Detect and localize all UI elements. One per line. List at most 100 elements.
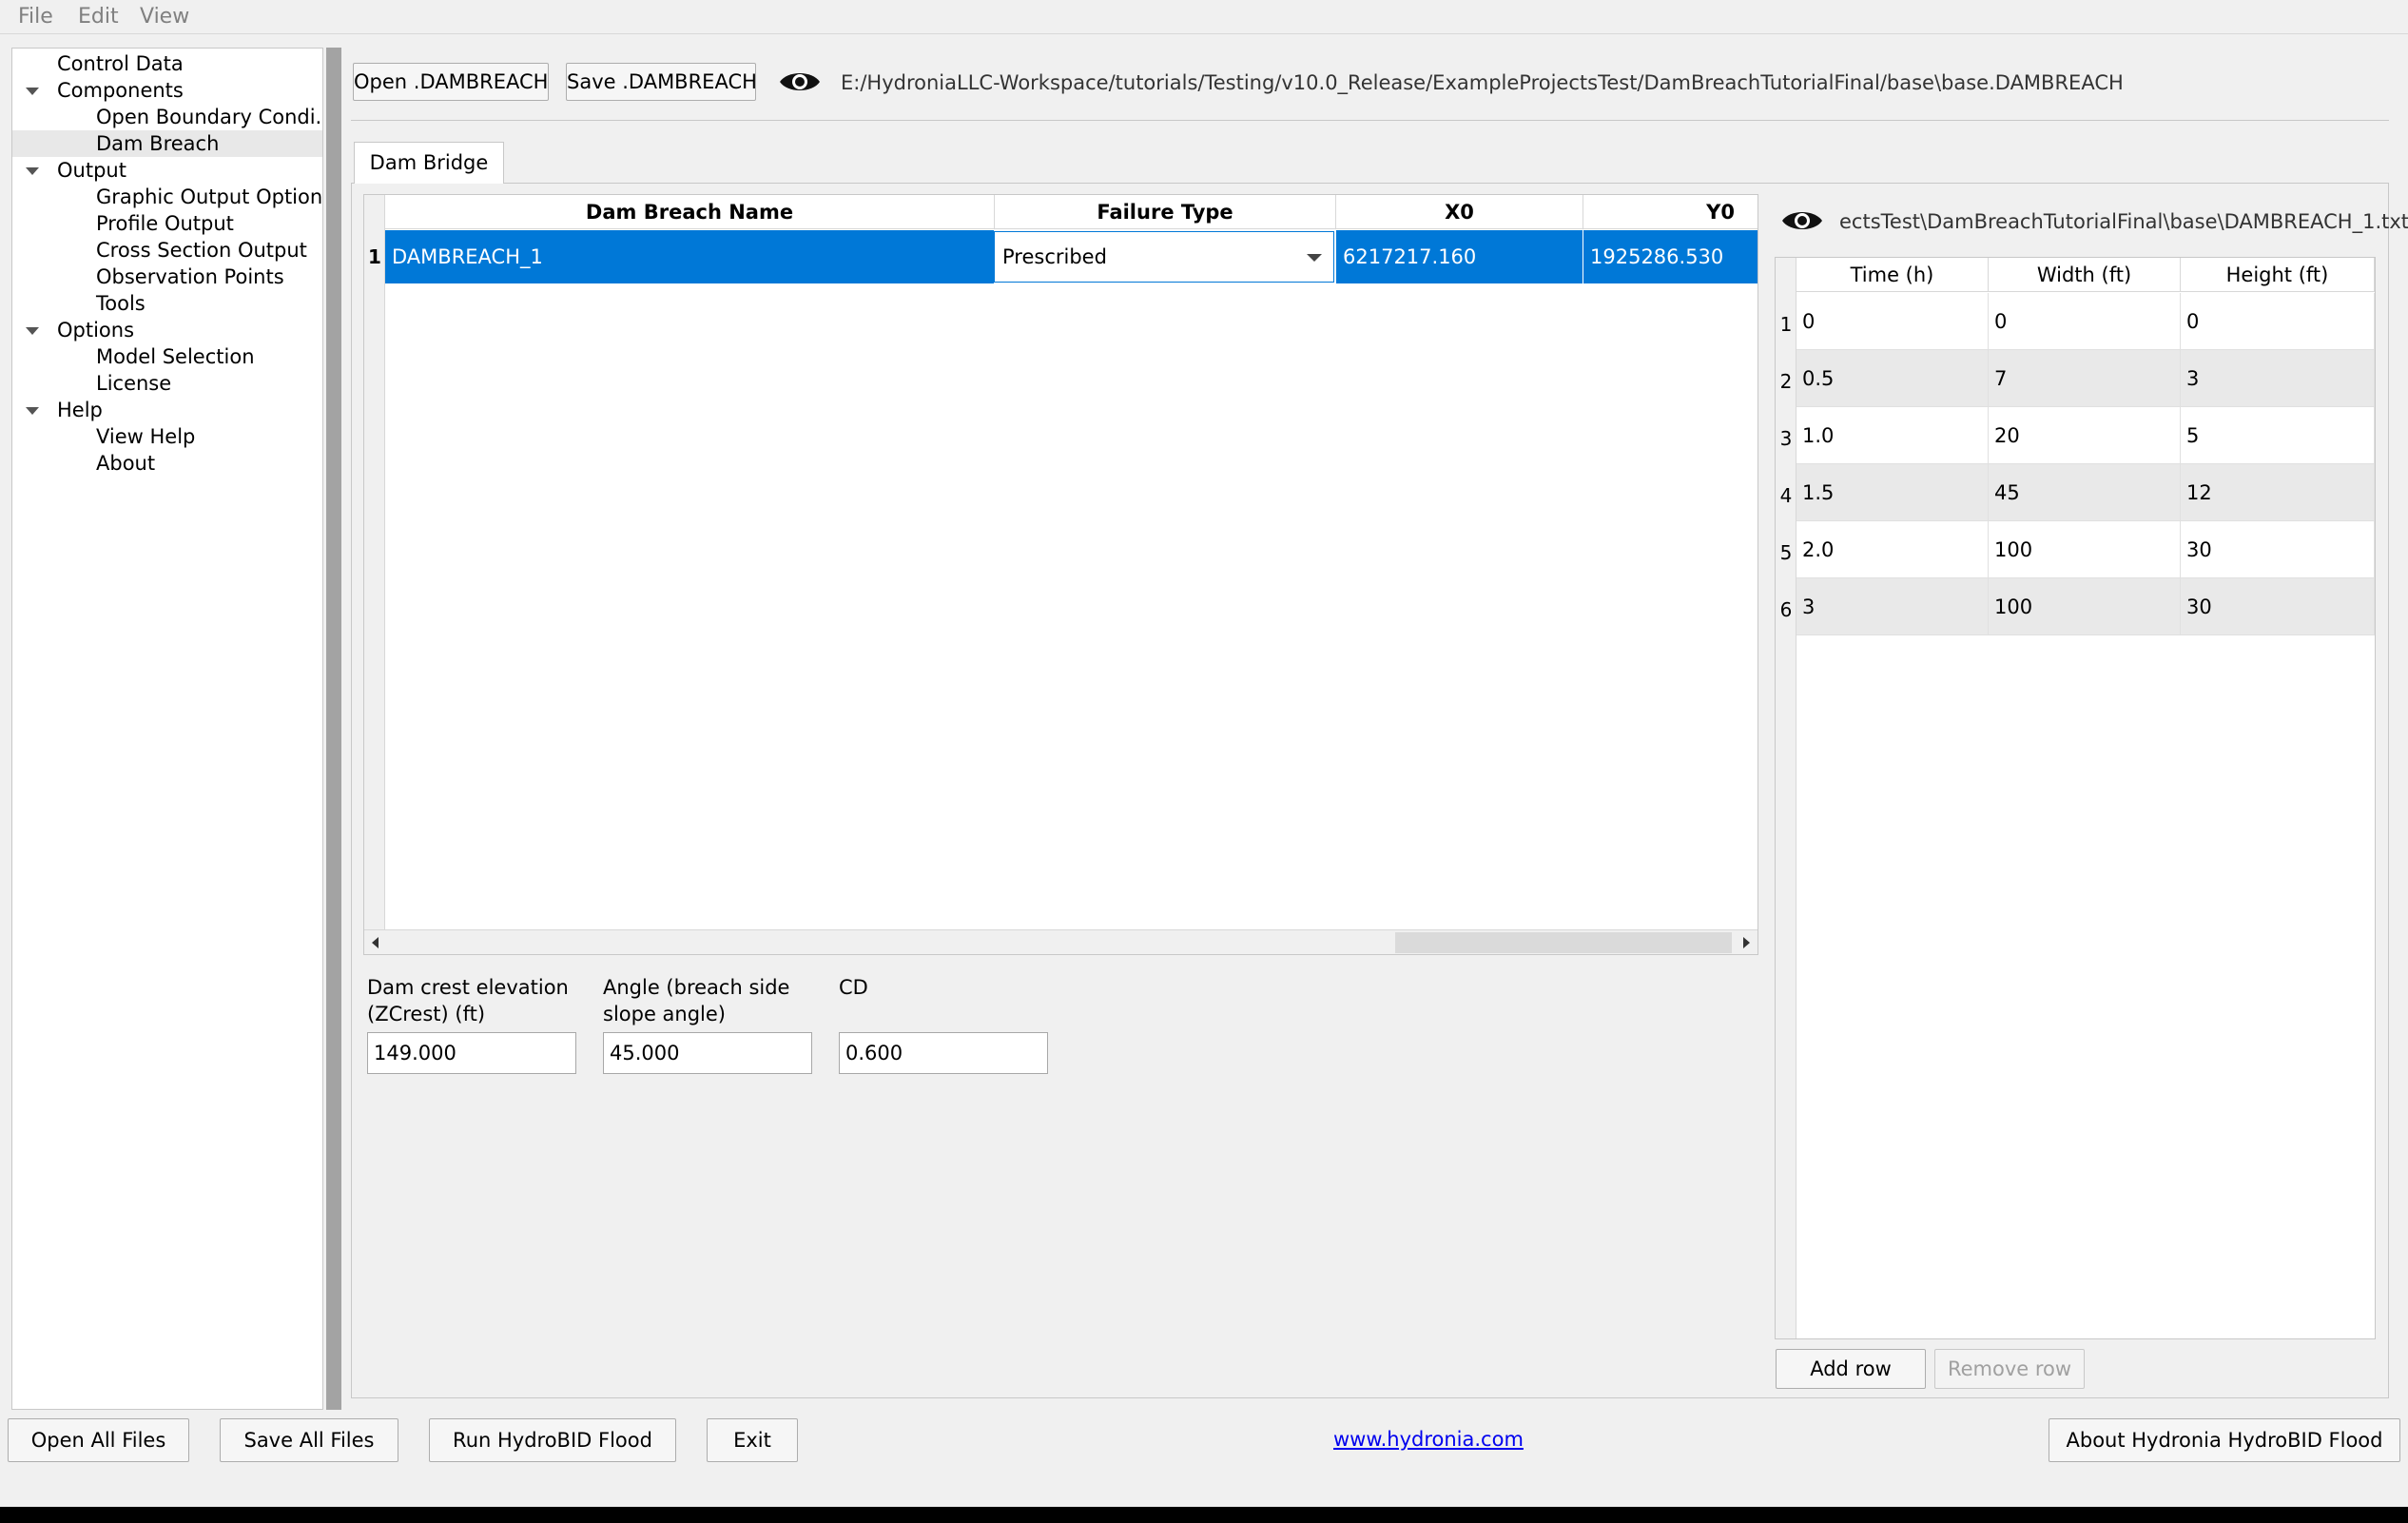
sidebar-item[interactable]: Cross Section Output [12,237,322,264]
column-header-failure-type[interactable]: Failure Type [995,195,1336,229]
column-header-time[interactable]: Time (h) [1796,258,1989,292]
cd-label: CD [839,976,868,999]
row-number: 6 [1779,598,1793,621]
tab-dam-bridge[interactable]: Dam Bridge [354,142,504,184]
row-number: 2 [1779,370,1793,393]
sidebar-item[interactable]: About [12,450,322,477]
height-cell[interactable]: 5 [2181,407,2375,464]
angle-label: Angle (breach side slope angle) [603,974,789,1027]
width-cell[interactable]: 100 [1989,521,2181,578]
sidebar-item[interactable]: Output [12,157,322,184]
zcrest-label: Dam crest elevation (ZCrest) (ft) [367,974,569,1027]
angle-label-line2: slope angle) [603,1003,727,1025]
x0-cell[interactable]: 6217217.160 [1336,230,1583,283]
height-cell[interactable]: 30 [2181,521,2375,578]
sidebar-item[interactable]: Graphic Output Options [12,184,322,210]
column-header-y0[interactable]: Y0 [1583,195,1757,229]
table-row[interactable]: 0.5 7 3 [1796,350,2375,407]
height-cell[interactable]: 0 [2181,293,2375,350]
table-row[interactable]: 3 100 30 [1796,578,2375,635]
y0-cell[interactable]: 1925286.530 [1583,230,1757,283]
failure-type-value: Prescribed [1002,245,1107,268]
table-row[interactable]: 1.0 20 5 [1796,407,2375,464]
cd-input[interactable] [839,1032,1048,1074]
sidebar-item[interactable]: Control Data [12,50,322,77]
chevron-down-icon [1307,254,1322,262]
sidebar-item[interactable]: Model Selection [12,343,322,370]
eye-icon[interactable] [778,68,822,96]
sidebar-item[interactable]: Tools [12,290,322,317]
sidebar-item-label: Profile Output [96,212,234,235]
time-cell[interactable]: 1.5 [1796,464,1989,521]
save-dambreach-button[interactable]: Save .DAMBREACH [566,63,757,101]
expand-arrow-icon[interactable] [26,327,39,335]
column-header-name[interactable]: Dam Breach Name [385,195,995,229]
time-cell[interactable]: 3 [1796,578,1989,635]
sidebar-item[interactable]: Components [12,77,322,104]
column-header-x0[interactable]: X0 [1336,195,1583,229]
sidebar-item[interactable]: View Help [12,423,322,450]
sidebar-item[interactable]: Options [12,317,322,343]
width-cell[interactable]: 7 [1989,350,2181,407]
open-dambreach-button[interactable]: Open .DAMBREACH [353,63,549,101]
time-cell[interactable]: 0 [1796,293,1989,350]
time-cell[interactable]: 2.0 [1796,521,1989,578]
expand-arrow-icon[interactable] [26,167,39,175]
remove-row-button[interactable]: Remove row [1934,1349,2085,1389]
dambreach-file-path: E:/HydroniaLLC-Workspace/tutorials/Testi… [841,71,2124,94]
exit-button[interactable]: Exit [707,1418,798,1462]
expand-arrow-icon[interactable] [26,88,39,95]
scrollbar-thumb[interactable] [1395,932,1732,953]
row-number: 1 [1779,313,1793,336]
expand-arrow-icon[interactable] [26,407,39,415]
run-hydrobid-flood-button[interactable]: Run HydroBID Flood [429,1418,676,1462]
eye-icon[interactable] [1780,206,1824,235]
menu-view[interactable]: View [140,5,189,29]
failure-type-select[interactable]: Prescribed [994,231,1334,283]
menu-edit[interactable]: Edit [78,5,119,29]
column-header-height[interactable]: Height (ft) [2181,258,2375,292]
sidebar-item[interactable]: Dam Breach [12,130,322,157]
zcrest-label-line2: (ZCrest) (ft) [367,1003,486,1025]
sidebar-item[interactable]: Observation Points [12,264,322,290]
sidebar-item[interactable]: Help [12,397,322,423]
row-number: 3 [1779,427,1793,450]
height-cell[interactable]: 30 [2181,578,2375,635]
dam-breach-name-cell[interactable]: DAMBREACH_1 [385,230,995,283]
horizontal-scrollbar[interactable] [364,929,1757,954]
sidebar-item-label: Cross Section Output [96,239,307,262]
column-header-width[interactable]: Width (ft) [1989,258,2181,292]
height-cell[interactable]: 12 [2181,464,2375,521]
sidebar-item[interactable]: Open Boundary Condi... [12,104,322,130]
width-cell[interactable]: 20 [1989,407,2181,464]
sidebar-item-label: Tools [96,292,146,315]
scroll-right-icon[interactable] [1743,937,1750,948]
sidebar-item[interactable]: Profile Output [12,210,322,237]
menu-file[interactable]: File [18,5,53,29]
sidebar-item-label: Dam Breach [96,132,220,155]
table-row[interactable]: 2.0 100 30 [1796,521,2375,578]
time-cell[interactable]: 0.5 [1796,350,1989,407]
table-row[interactable]: 1.5 45 12 [1796,464,2375,521]
save-all-files-button[interactable]: Save All Files [220,1418,398,1462]
about-button[interactable]: About Hydronia HydroBID Flood [2049,1418,2400,1462]
width-cell[interactable]: 0 [1989,293,2181,350]
row-number: 5 [1779,541,1793,564]
sidebar-item[interactable]: License [12,370,322,397]
time-cell[interactable]: 1.0 [1796,407,1989,464]
zcrest-input[interactable] [367,1032,576,1074]
website-link[interactable]: www.hydronia.com [1333,1428,1524,1451]
sidebar-item-label: Output [57,159,126,182]
height-cell[interactable]: 3 [2181,350,2375,407]
sidebar-item-label: About [96,452,156,475]
table-row[interactable]: 000 [1796,293,2375,350]
scroll-left-icon[interactable] [372,937,379,948]
width-cell[interactable]: 100 [1989,578,2181,635]
navigation-tree: Control Data Components Open Boundary Cond… [11,48,323,1410]
add-row-button[interactable]: Add row [1776,1349,1926,1389]
width-cell[interactable]: 45 [1989,464,2181,521]
splitter-handle[interactable] [326,48,341,1410]
open-all-files-button[interactable]: Open All Files [8,1418,189,1462]
sidebar-item-label: Observation Points [96,265,284,288]
angle-input[interactable] [603,1032,812,1074]
